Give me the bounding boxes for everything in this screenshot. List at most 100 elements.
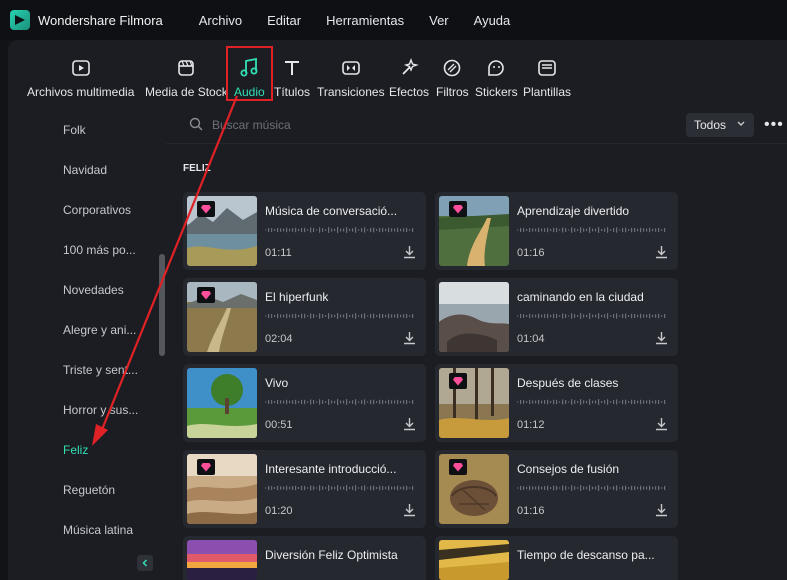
tab-media-de-stock[interactable]: Media de Stock — [145, 57, 228, 99]
chevron-left-icon — [142, 559, 148, 567]
download-icon[interactable] — [655, 417, 668, 431]
track-duration: 01:11 — [265, 247, 292, 259]
track-card[interactable]: Consejos de fusión 01:16 — [435, 450, 678, 528]
track-title: Diversión Feliz Optimista — [265, 548, 398, 562]
sidebar-item-feliz[interactable]: Feliz — [63, 443, 88, 457]
sidebar-item-regueton[interactable]: Reguetón — [63, 483, 115, 497]
download-icon[interactable] — [655, 331, 668, 345]
track-duration: 01:16 — [517, 247, 545, 259]
track-thumbnail — [439, 196, 509, 266]
premium-gem-icon — [449, 201, 467, 217]
title-bar: Wondershare Filmora Archivo Editar Herra… — [0, 0, 787, 40]
track-card[interactable]: Tiempo de descanso pa... — [435, 536, 678, 580]
track-card[interactable]: El hiperfunk 02:04 — [183, 278, 426, 356]
tab-label: Media de Stock — [145, 85, 228, 99]
download-icon[interactable] — [403, 245, 416, 259]
sidebar-scrollbar[interactable] — [159, 254, 165, 356]
tab-efectos[interactable]: Efectos — [389, 57, 429, 99]
track-thumbnail — [187, 368, 257, 438]
play-icon — [70, 57, 92, 79]
media-toolbar: Archivos multimedia Media de Stock Audio… — [8, 40, 787, 104]
track-card[interactable]: Después de clases 01:12 — [435, 364, 678, 442]
download-icon[interactable] — [655, 503, 668, 517]
tab-filtros[interactable]: Filtros — [436, 57, 469, 99]
waveform — [517, 485, 666, 491]
track-card[interactable]: caminando en la ciudad 01:04 — [435, 278, 678, 356]
tab-titulos[interactable]: Títulos — [274, 57, 310, 99]
track-thumbnail — [439, 540, 509, 580]
premium-gem-icon — [449, 373, 467, 389]
filter-value: Todos — [694, 118, 727, 132]
download-icon[interactable] — [403, 417, 416, 431]
sidebar-item-novedades[interactable]: Novedades — [63, 283, 124, 297]
track-thumbnail — [187, 454, 257, 524]
tab-label: Stickers — [475, 85, 518, 99]
filmora-logo-icon — [10, 10, 30, 30]
track-title: Interesante introducció... — [265, 462, 397, 476]
track-card[interactable]: Vivo 00:51 — [183, 364, 426, 442]
sidebar-item-musica-latina[interactable]: Música latina — [63, 523, 133, 537]
waveform — [265, 399, 414, 405]
track-title: Tiempo de descanso pa... — [517, 548, 655, 562]
tab-stickers[interactable]: Stickers — [475, 57, 518, 99]
track-title: El hiperfunk — [265, 290, 329, 304]
track-title: Aprendizaje divertido — [517, 204, 630, 218]
download-icon[interactable] — [655, 245, 668, 259]
waveform — [517, 313, 666, 319]
tab-plantillas[interactable]: Plantillas — [523, 57, 571, 99]
track-card[interactable]: Aprendizaje divertido 01:16 — [435, 192, 678, 270]
waveform — [265, 313, 414, 319]
download-icon[interactable] — [403, 331, 416, 345]
menu-archivo[interactable]: Archivo — [199, 13, 242, 28]
track-duration: 02:04 — [265, 333, 293, 345]
menu-ayuda[interactable]: Ayuda — [474, 13, 511, 28]
sidebar-item-navidad[interactable]: Navidad — [63, 163, 107, 177]
tab-archivos-multimedia[interactable]: Archivos multimedia — [27, 57, 134, 99]
app-title: Wondershare Filmora — [38, 12, 163, 28]
track-title: Después de clases — [517, 376, 619, 390]
track-title: caminando en la ciudad — [517, 290, 644, 304]
sidebar-item-horror[interactable]: Horror y sus... — [63, 403, 138, 417]
track-title: Música de conversació... — [265, 204, 398, 218]
sidebar-item-corporativos[interactable]: Corporativos — [63, 203, 131, 217]
track-thumbnail — [187, 282, 257, 352]
track-thumbnail — [187, 540, 257, 580]
tab-transiciones[interactable]: Transiciones — [317, 57, 385, 99]
premium-gem-icon — [449, 459, 467, 475]
track-title: Consejos de fusión — [517, 462, 620, 476]
tab-label: Títulos — [274, 85, 311, 99]
waveform — [265, 485, 414, 491]
tab-label: Plantillas — [523, 85, 572, 99]
collapse-sidebar-button[interactable] — [137, 555, 153, 571]
track-duration: 01:12 — [517, 419, 545, 431]
track-thumbnail — [187, 196, 257, 266]
track-duration: 01:04 — [517, 333, 545, 345]
menu-herramientas[interactable]: Herramientas — [326, 13, 404, 28]
premium-gem-icon — [197, 287, 215, 303]
download-icon[interactable] — [403, 503, 416, 517]
text-icon — [281, 57, 303, 79]
menu-ver[interactable]: Ver — [429, 13, 449, 28]
tab-label: Archivos multimedia — [27, 85, 135, 99]
track-thumbnail — [439, 282, 509, 352]
more-options-icon[interactable]: ••• — [764, 116, 784, 134]
chevron-down-icon — [737, 121, 745, 126]
sidebar-item-alegre[interactable]: Alegre y ani... — [63, 323, 136, 337]
waveform — [265, 227, 414, 233]
track-card[interactable]: Música de conversació... 01:11 — [183, 192, 426, 270]
track-duration: 01:16 — [517, 505, 545, 517]
category-sidebar: Folk Navidad Corporativos 100 más po... … — [8, 104, 166, 580]
sidebar-item-folk[interactable]: Folk — [63, 123, 86, 137]
filter-dropdown[interactable]: Todos — [686, 113, 754, 137]
track-card[interactable]: Interesante introducció... 01:20 — [183, 450, 426, 528]
filter-icon — [441, 57, 463, 79]
sidebar-item-triste[interactable]: Triste y sent... — [63, 363, 138, 377]
track-duration: 01:20 — [265, 505, 293, 517]
track-card[interactable]: Diversión Feliz Optimista — [183, 536, 426, 580]
sidebar-item-100-mas-populares[interactable]: 100 más po... — [63, 243, 136, 257]
search-input[interactable] — [212, 116, 512, 134]
track-duration: 00:51 — [265, 419, 293, 431]
section-title: FELIZ — [183, 163, 211, 174]
tab-label: Filtros — [436, 85, 469, 99]
menu-editar[interactable]: Editar — [267, 13, 301, 28]
